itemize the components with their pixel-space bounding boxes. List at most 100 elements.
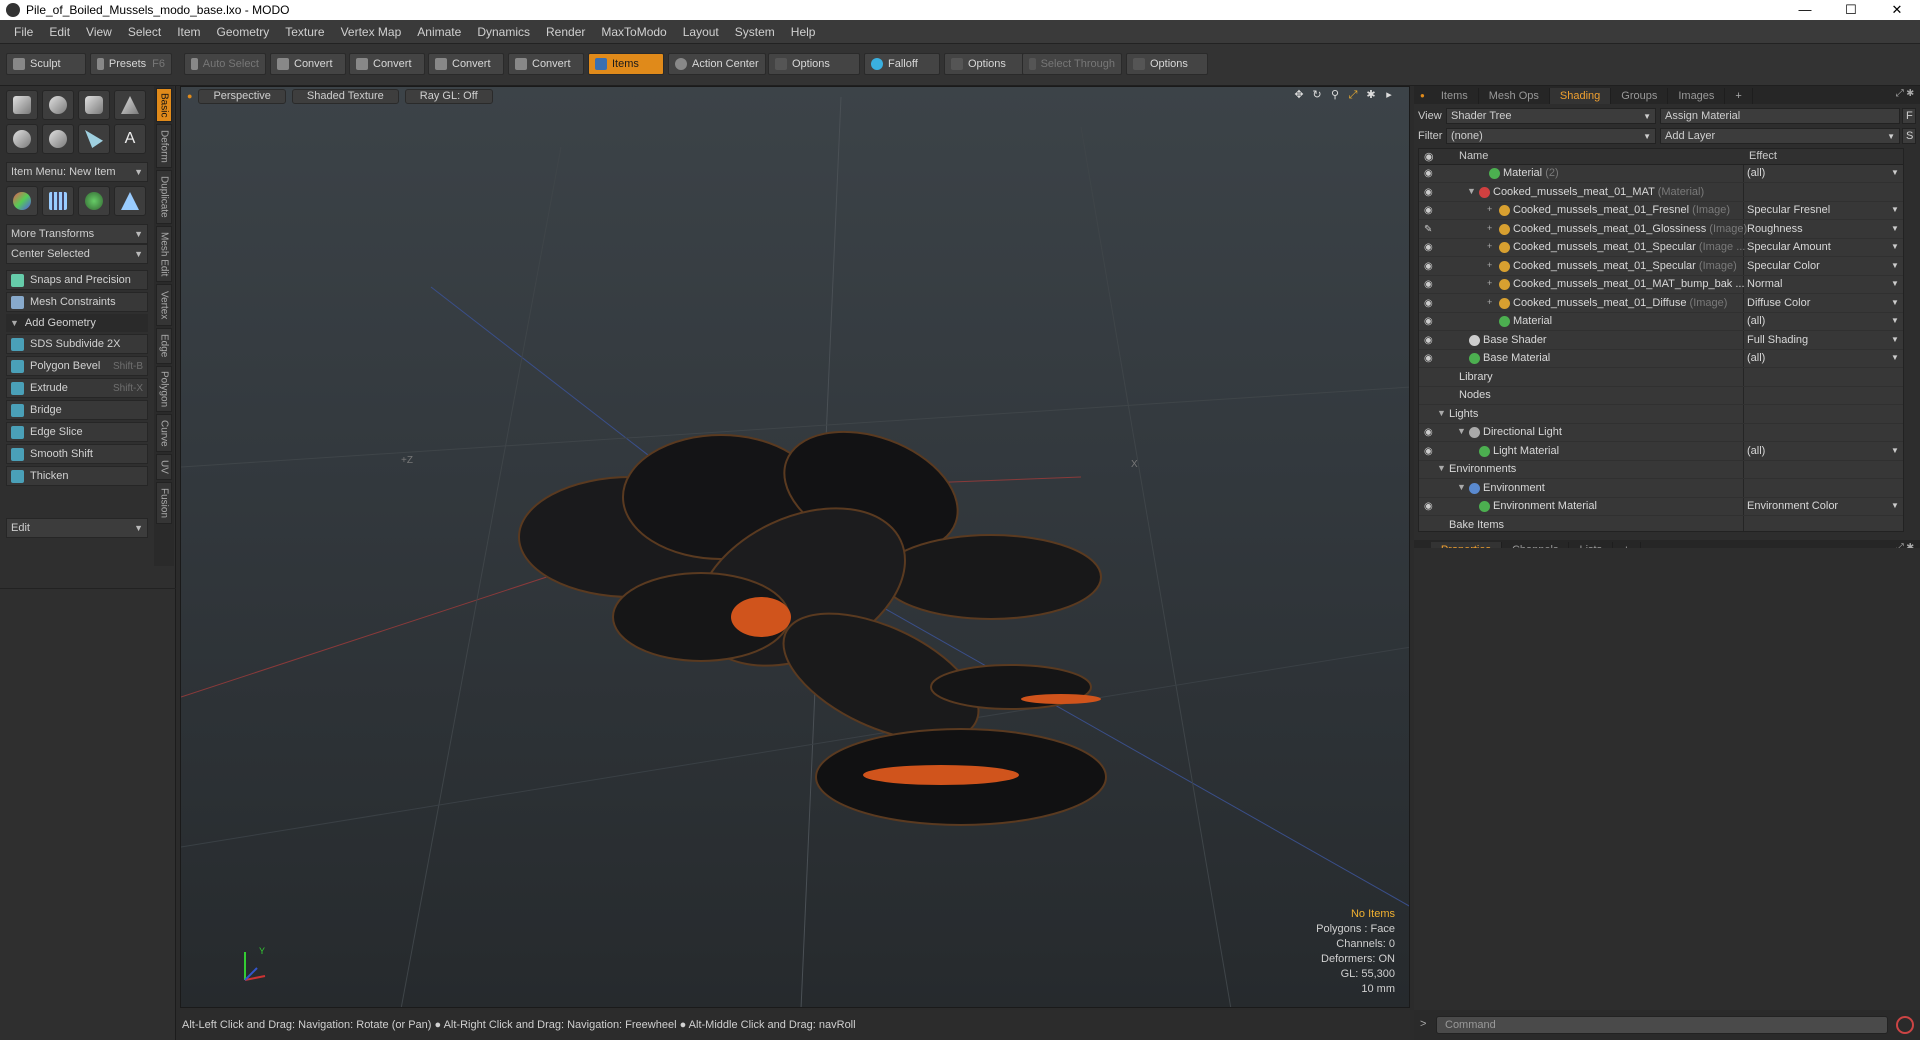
tree-toggle-icon[interactable]: ▼ (1457, 482, 1466, 492)
add-layer-dropdown[interactable]: Add Layer ▼ (1660, 128, 1900, 144)
visibility-eye-icon[interactable]: ✎ (1424, 224, 1436, 235)
tree-toggle-icon[interactable]: + (1487, 278, 1492, 288)
tree-row[interactable]: ◉ + Cooked_mussels_meat_01_Fresnel (Image)… (1419, 202, 1903, 220)
chevron-down-icon[interactable]: ▼ (1891, 279, 1899, 288)
layer-effect[interactable]: Full Shading (1747, 334, 1808, 346)
visibility-eye-icon[interactable] (1424, 409, 1436, 420)
filter-dropdown[interactable]: (none) ▼ (1446, 128, 1656, 144)
search-toggle-button[interactable]: S (1902, 128, 1916, 144)
chevron-down-icon[interactable]: ▼ (1891, 224, 1899, 233)
visibility-eye-icon[interactable]: ◉ (1424, 316, 1436, 327)
rotate-icon[interactable]: ↻ (1311, 89, 1323, 101)
select-through-button[interactable]: Select Through (1022, 53, 1122, 75)
sds-subdivide-button[interactable]: SDS Subdivide 2X (6, 334, 148, 354)
tree-row[interactable]: Nodes (1419, 387, 1903, 405)
arrow-right-icon[interactable]: ▸ (1383, 89, 1395, 101)
tree-row[interactable]: ◉ Material (all) ▼ (1419, 313, 1903, 331)
menu-system[interactable]: System (727, 25, 783, 39)
visibility-eye-icon[interactable] (1424, 372, 1436, 383)
auto-select-button[interactable]: Auto Select (184, 53, 266, 75)
capsule-tool-button[interactable] (42, 124, 74, 154)
globe-tool-button[interactable] (78, 186, 110, 216)
menu-vertex-map[interactable]: Vertex Map (333, 25, 410, 39)
tree-toggle-icon[interactable]: ▼ (1457, 426, 1466, 436)
visibility-eye-icon[interactable]: ◉ (1424, 501, 1436, 512)
vtab-polygon[interactable]: Polygon (156, 366, 172, 412)
tab-mesh-ops[interactable]: Mesh Ops (1479, 88, 1550, 104)
add-geometry-section[interactable]: ▼ Add Geometry (6, 314, 148, 332)
tree-row[interactable]: ▼ Environment (1419, 480, 1903, 498)
layer-effect[interactable]: (all) (1747, 315, 1765, 327)
layer-effect[interactable]: Specular Color (1747, 260, 1820, 272)
layer-effect[interactable]: (all) (1747, 167, 1765, 179)
vtab-fusion[interactable]: Fusion (156, 482, 172, 524)
visibility-eye-icon[interactable]: ◉ (1424, 298, 1436, 309)
sphere-tool-button[interactable] (42, 90, 74, 120)
maximize-button[interactable]: ☐ (1828, 0, 1874, 20)
tab-shading[interactable]: Shading (1549, 88, 1612, 104)
chevron-down-icon[interactable]: ▼ (1891, 298, 1899, 307)
pan-icon[interactable]: ✥ (1293, 89, 1305, 101)
visibility-eye-icon[interactable]: ◉ (1424, 261, 1436, 272)
minimize-button[interactable]: — (1782, 0, 1828, 20)
layer-effect[interactable]: (all) (1747, 445, 1765, 457)
menu-dynamics[interactable]: Dynamics (469, 25, 538, 39)
center-selected-dropdown[interactable]: Center Selected ▼ (6, 244, 148, 264)
gear-icon[interactable]: ✱ (1365, 89, 1377, 101)
more-transforms-dropdown[interactable]: More Transforms ▼ (6, 224, 148, 244)
falloff-button[interactable]: Falloff (864, 53, 940, 75)
visibility-eye-icon[interactable] (1424, 520, 1436, 531)
vtab-edge[interactable]: Edge (156, 328, 172, 364)
close-button[interactable]: ✕ (1874, 0, 1920, 20)
text-tool-button[interactable]: A (114, 124, 146, 154)
chevron-down-icon[interactable]: ▼ (1891, 316, 1899, 325)
convert-button-2[interactable]: Convert (349, 53, 425, 75)
tree-row[interactable]: ◉ + Cooked_mussels_meat_01_Specular (Image… (1419, 258, 1903, 276)
menu-help[interactable]: Help (783, 25, 824, 39)
visibility-eye-icon[interactable]: ◉ (1424, 446, 1436, 457)
tree-row[interactable]: ◉ + Cooked_mussels_meat_01_Diffuse (Image)… (1419, 295, 1903, 313)
thicken-button[interactable]: Thicken (6, 466, 148, 486)
tab-images[interactable]: Images (1668, 88, 1726, 104)
vtab-mesh-edit[interactable]: Mesh Edit (156, 226, 172, 282)
vtab-deform[interactable]: Deform (156, 124, 172, 168)
shading-mode-button[interactable]: Shaded Texture (291, 88, 399, 104)
tree-row[interactable]: ◉ ▼ Cooked_mussels_meat_01_MAT (Material) (1419, 184, 1903, 202)
panel-menu-icon[interactable]: ● (1420, 91, 1425, 100)
tab-groups[interactable]: Groups (1611, 88, 1669, 104)
vtab-vertex[interactable]: Vertex (156, 284, 172, 326)
convert-button-1[interactable]: Convert (270, 53, 346, 75)
chevron-down-icon[interactable]: ▼ (1891, 335, 1899, 344)
tab-items[interactable]: Items (1431, 88, 1479, 104)
snaps-precision-button[interactable]: Snaps and Precision (6, 270, 148, 290)
cone-scale-tool-button[interactable] (114, 186, 146, 216)
action-center-button[interactable]: Action Center (668, 53, 766, 75)
chevron-down-icon[interactable]: ▼ (1891, 353, 1899, 362)
tree-row[interactable]: Library (1419, 369, 1903, 387)
items-mode-button[interactable]: Items (588, 53, 664, 75)
add-tab-button[interactable]: + (1725, 88, 1753, 104)
tree-row[interactable]: ▼ Lights (1419, 406, 1903, 424)
chevron-down-icon[interactable]: ▼ (1891, 261, 1899, 270)
cube-tool-button[interactable] (6, 90, 38, 120)
record-macro-button[interactable] (1896, 1016, 1914, 1034)
convert-button-3[interactable]: Convert (428, 53, 504, 75)
menu-maxtomodo[interactable]: MaxToModo (593, 25, 674, 39)
chevron-down-icon[interactable]: ▼ (1891, 242, 1899, 251)
layer-effect[interactable]: Normal (1747, 278, 1782, 290)
menu-geometry[interactable]: Geometry (209, 25, 278, 39)
menu-view[interactable]: View (78, 25, 120, 39)
tree-row[interactable]: ◉ + Cooked_mussels_meat_01_MAT_bump_bak ..… (1419, 276, 1903, 294)
visibility-eye-icon[interactable]: ◉ (1424, 242, 1436, 253)
tree-toggle-icon[interactable]: + (1487, 297, 1492, 307)
select-options-button[interactable]: Options (1126, 53, 1208, 75)
tree-toggle-icon[interactable]: ▼ (1467, 186, 1476, 196)
tree-toggle-icon[interactable]: + (1487, 260, 1492, 270)
presets-button[interactable]: Presets F6 (90, 53, 172, 75)
filter-toggle-button[interactable]: F (1902, 108, 1916, 124)
chevron-down-icon[interactable]: ▼ (1891, 205, 1899, 214)
layer-effect[interactable]: (all) (1747, 352, 1765, 364)
zoom-icon[interactable]: ⚲ (1329, 89, 1341, 101)
fit-icon[interactable]: ⤢ (1347, 89, 1359, 101)
sculpt-button[interactable]: Sculpt (6, 53, 86, 75)
